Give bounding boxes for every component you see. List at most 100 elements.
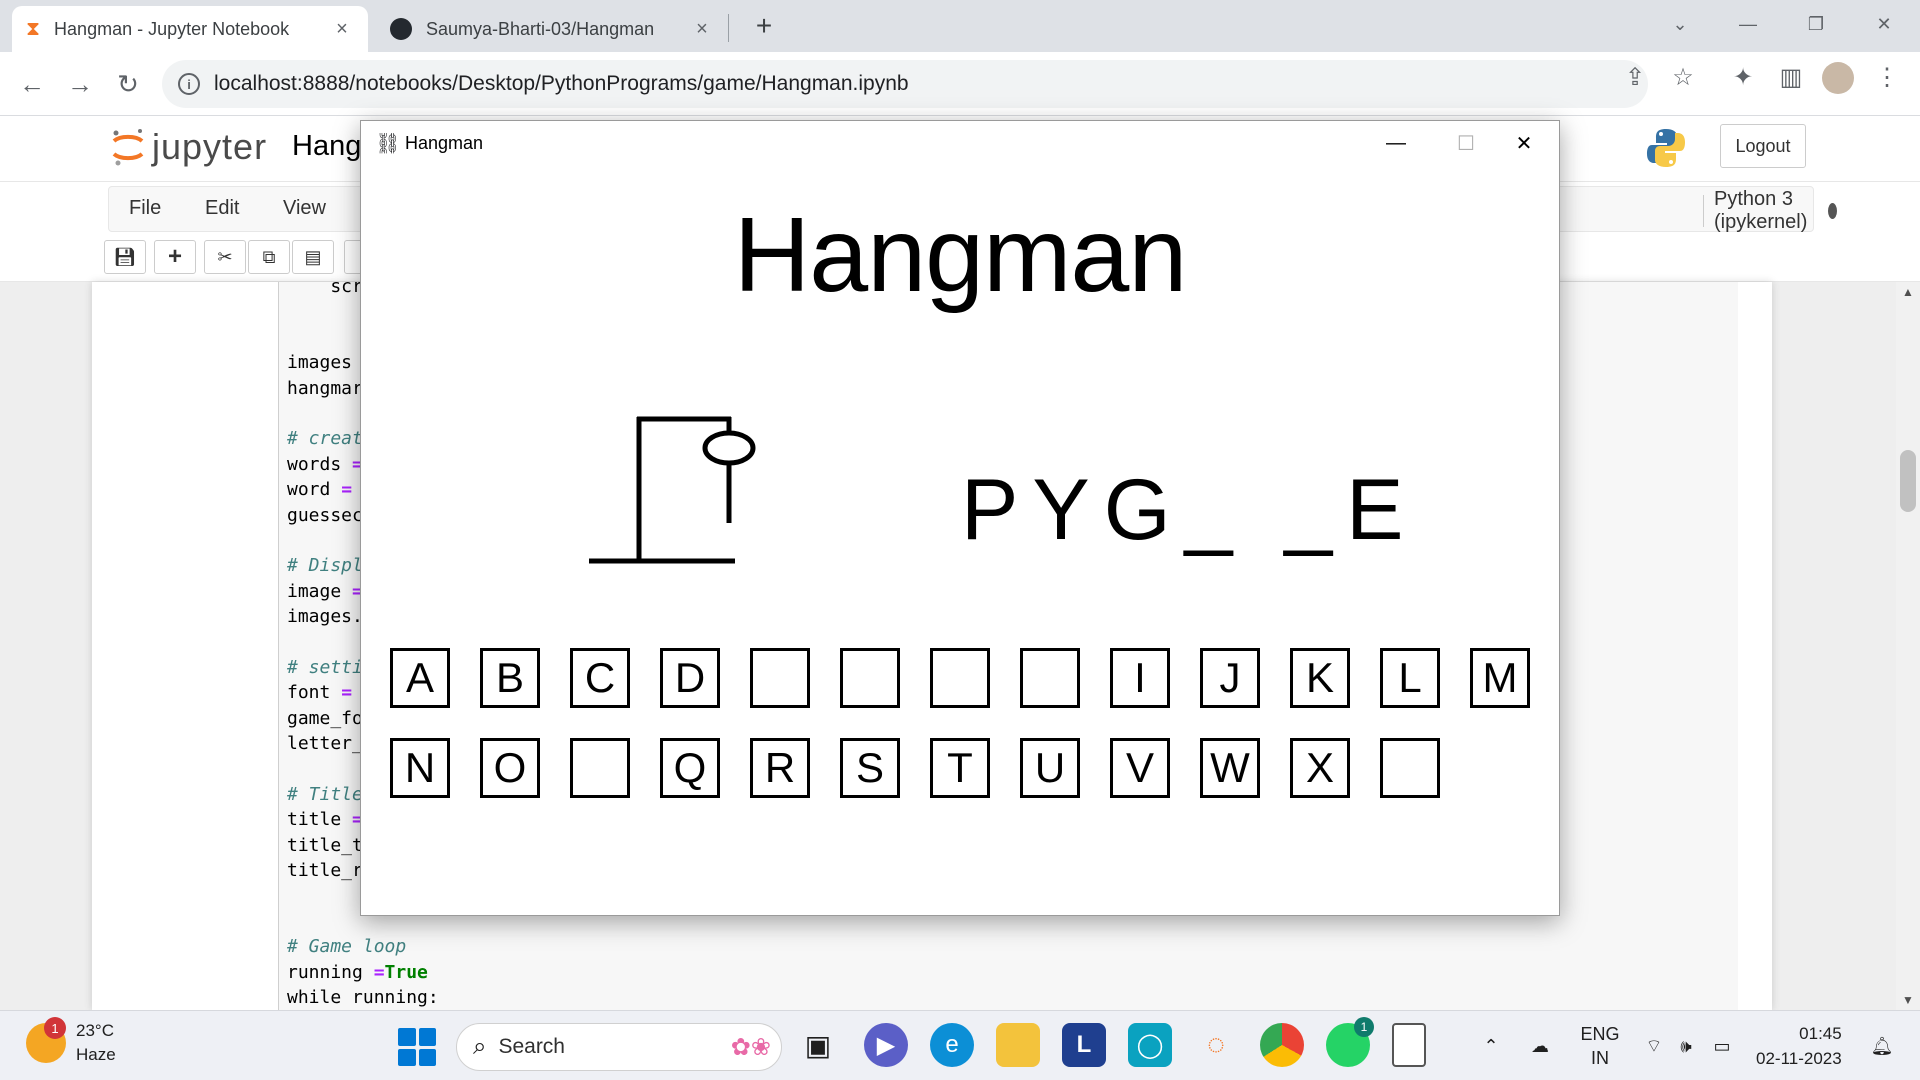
letter-button-c[interactable]: C <box>570 648 630 708</box>
task-view-icon[interactable]: ▣ <box>796 1023 840 1067</box>
menu-file[interactable]: File <box>129 197 161 220</box>
letter-button-i[interactable]: I <box>1110 648 1170 708</box>
letter-button-x[interactable]: X <box>1290 738 1350 798</box>
scrollbar-thumb[interactable] <box>1900 450 1916 512</box>
notebook-title[interactable]: Hang <box>292 130 361 163</box>
bookmark-star-icon[interactable]: ☆ <box>1668 62 1698 92</box>
notepad-file-icon[interactable] <box>1392 1023 1426 1067</box>
browser-tab-strip: ⧗ Hangman - Jupyter Notebook × Saumya-Bh… <box>0 0 1920 52</box>
letter-button-m[interactable]: M <box>1470 648 1530 708</box>
logout-button[interactable]: Logout <box>1720 124 1806 168</box>
code-line: game_fo <box>287 707 363 729</box>
close-tab-icon[interactable]: × <box>690 17 714 41</box>
game-close-button[interactable]: ✕ <box>1489 121 1559 165</box>
share-icon[interactable]: ⇪ <box>1620 62 1650 92</box>
letter-button-t[interactable]: T <box>930 738 990 798</box>
game-titlebar[interactable]: ⛓︎ Hangman — ☐ ✕ <box>361 121 1559 165</box>
letter-button-b[interactable]: B <box>480 648 540 708</box>
teams-chat-icon[interactable]: ▶ <box>864 1023 908 1067</box>
letter-button-o[interactable]: O <box>480 738 540 798</box>
profile-avatar[interactable] <box>1822 62 1854 94</box>
more-menu-icon[interactable]: ⋮ <box>1872 62 1902 92</box>
weather-widget[interactable]: 1 23°C Haze <box>26 1017 116 1067</box>
wifi-icon[interactable]: ⌔ <box>1640 1011 1668 1080</box>
scroll-down-arrow-icon[interactable]: ▼ <box>1896 990 1920 1010</box>
code-line: images <box>287 352 353 374</box>
letter-button-k[interactable]: K <box>1290 648 1350 708</box>
back-arrow-icon[interactable]: ← <box>14 66 50 102</box>
game-heading: Hangman <box>733 196 1188 314</box>
letter-button-d[interactable]: D <box>660 648 720 708</box>
forward-arrow-icon[interactable]: → <box>62 66 98 102</box>
close-window-button[interactable]: ✕ <box>1856 6 1912 42</box>
windows-start-icon[interactable] <box>398 1028 436 1066</box>
tab-github[interactable]: Saumya-Bharti-03/Hangman × <box>376 6 728 52</box>
letter-button-q[interactable]: Q <box>660 738 720 798</box>
menu-view[interactable]: View <box>283 197 326 220</box>
letter-button-a[interactable]: A <box>390 648 450 708</box>
letter-button-v[interactable]: V <box>1110 738 1170 798</box>
scroll-up-arrow-icon[interactable]: ▲ <box>1896 282 1920 302</box>
letter-button-r[interactable]: R <box>750 738 810 798</box>
tab-search-chevron-icon[interactable]: ⌄ <box>1652 6 1708 42</box>
file-explorer-icon[interactable] <box>996 1023 1040 1067</box>
battery-icon[interactable]: ▭ <box>1706 1011 1738 1080</box>
system-clock[interactable]: 01:45 02-11-2023 <box>1756 1021 1842 1071</box>
tray-overflow-chevron-icon[interactable]: ⌃ <box>1474 1011 1508 1080</box>
letter-button-w[interactable]: W <box>1200 738 1260 798</box>
volume-icon[interactable]: 🕪︎ <box>1672 1011 1700 1080</box>
onedrive-cloud-icon[interactable]: ☁ <box>1522 1011 1558 1080</box>
letter-button-used[interactable] <box>930 648 990 708</box>
letter-button-used[interactable] <box>1380 738 1440 798</box>
letter-button-s[interactable]: S <box>840 738 900 798</box>
letter-button-u[interactable]: U <box>1020 738 1080 798</box>
jupyter-taskbar-icon[interactable]: ◌ <box>1194 1023 1238 1067</box>
code-line: # Game loop <box>287 936 407 958</box>
url-text[interactable]: localhost:8888/notebooks/Desktop/PythonP… <box>214 72 909 96</box>
cut-scissors-icon[interactable]: ✂ <box>204 240 246 274</box>
alexa-icon[interactable]: ◯ <box>1128 1023 1172 1067</box>
edge-browser-icon[interactable]: e <box>930 1023 974 1067</box>
l-app-icon[interactable]: L <box>1062 1023 1106 1067</box>
copy-icon[interactable]: ⧉ <box>248 240 290 274</box>
code-line: title = <box>287 809 363 831</box>
page-scrollbar[interactable]: ▲ ▼ <box>1896 282 1920 1010</box>
jupyter-logo-icon <box>112 129 144 166</box>
address-bar[interactable]: i localhost:8888/notebooks/Desktop/Pytho… <box>162 60 1648 108</box>
code-line: image = <box>287 580 363 602</box>
new-tab-button[interactable]: + <box>748 10 780 42</box>
weather-haze-icon: 1 <box>26 1017 66 1063</box>
language-indicator[interactable]: ENG IN <box>1574 1011 1626 1080</box>
side-panel-icon[interactable]: ▥ <box>1776 62 1806 92</box>
letter-button-j[interactable]: J <box>1200 648 1260 708</box>
save-icon[interactable]: 💾︎ <box>104 240 146 274</box>
letter-button-n[interactable]: N <box>390 738 450 798</box>
letter-button-used[interactable] <box>570 738 630 798</box>
kernel-name: Python 3 (ipykernel) <box>1714 188 1808 233</box>
paste-icon[interactable]: ▤ <box>292 240 334 274</box>
letter-button-used[interactable] <box>750 648 810 708</box>
insert-cell-icon[interactable]: + <box>154 240 196 274</box>
notification-bell-icon[interactable]: 🔔︎ <box>1864 1011 1900 1080</box>
tab-jupyter-notebook[interactable]: ⧗ Hangman - Jupyter Notebook × <box>12 6 368 52</box>
minimize-button[interactable]: — <box>1720 6 1776 42</box>
jupyter-logo[interactable]: jupyter <box>110 126 267 168</box>
windows-taskbar: 1 23°C Haze ⌕ Search ✿❀ ▣ ▶ e L ◯ ◌ 1 ⌃ … <box>0 1010 1920 1080</box>
restore-button[interactable]: ❐ <box>1788 6 1844 42</box>
game-canvas: Hangman PYG_ _E ABCD IJKLM NO QRSTUVWX <box>361 165 1559 915</box>
letter-button-used[interactable] <box>840 648 900 708</box>
menu-edit[interactable]: Edit <box>205 197 239 220</box>
letter-button-l[interactable]: L <box>1380 648 1440 708</box>
reload-icon[interactable]: ↻ <box>110 66 146 102</box>
kernel-status-icon <box>1828 203 1838 219</box>
close-tab-icon[interactable]: × <box>330 17 354 41</box>
game-minimize-button[interactable]: — <box>1361 121 1431 165</box>
extensions-puzzle-icon[interactable]: ✦ <box>1728 62 1758 92</box>
whatsapp-icon[interactable]: 1 <box>1326 1017 1374 1067</box>
whatsapp-badge: 1 <box>1354 1017 1374 1037</box>
taskbar-search-box[interactable]: ⌕ Search ✿❀ <box>456 1023 782 1071</box>
site-info-icon[interactable]: i <box>178 73 200 95</box>
kernel-indicator[interactable]: Python 3 (ipykernel) <box>1703 188 1838 233</box>
letter-button-used[interactable] <box>1020 648 1080 708</box>
chrome-icon[interactable] <box>1260 1023 1304 1067</box>
